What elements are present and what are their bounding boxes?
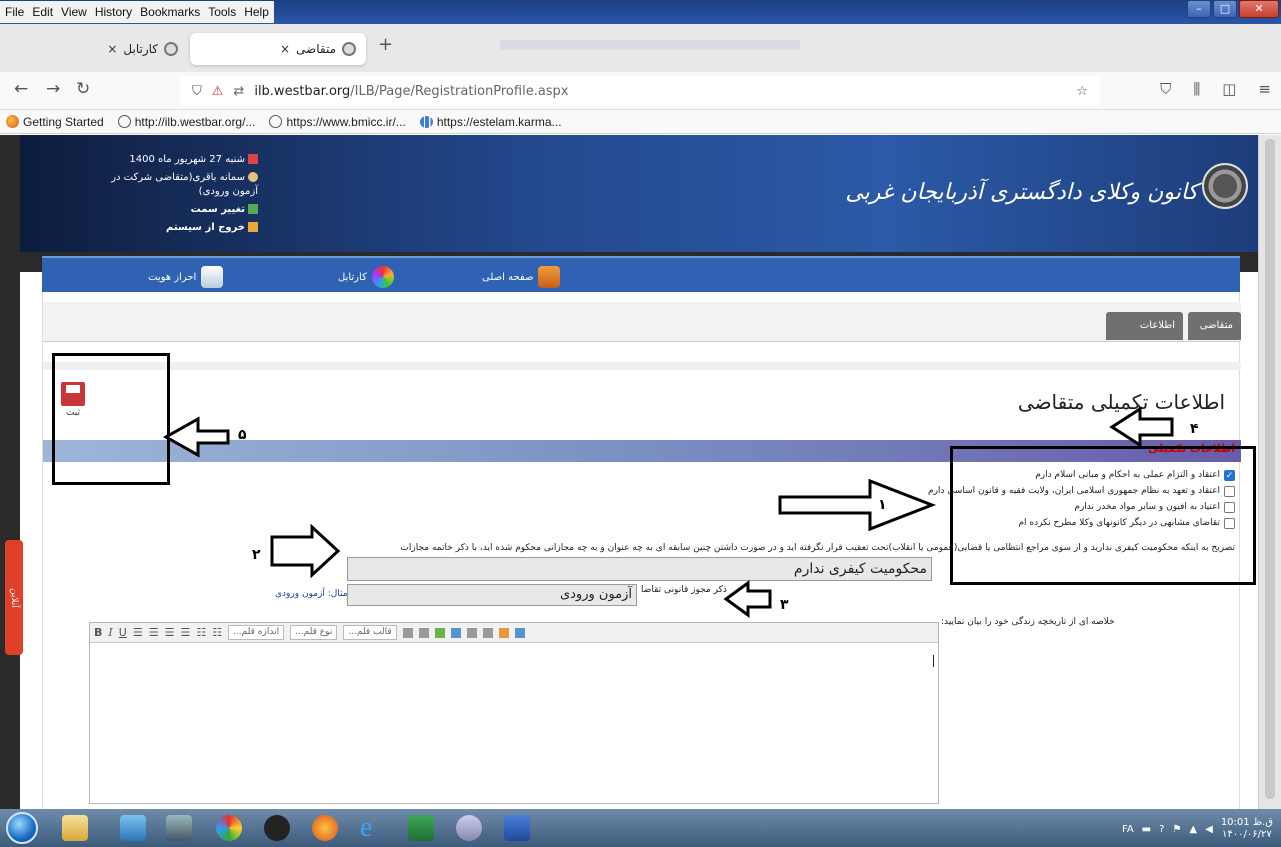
network-icon[interactable]: ▲ [1189,824,1197,835]
sidebar-icon[interactable]: ◫ [1222,80,1236,98]
menu-file[interactable]: File [4,5,25,19]
menu-history[interactable]: History [94,5,133,19]
help-icon[interactable]: ? [1159,824,1164,835]
tab-close-icon[interactable]: × [107,42,117,56]
firefox-taskbar-icon[interactable] [312,815,338,841]
bookmark-getting-started[interactable]: Getting Started [6,115,104,129]
menu-view[interactable]: View [60,5,88,19]
navigation-bar: ← → ↻ ⛉ ⚠ ⇄ ilb.westbar.org/ILB/Page/Reg… [0,72,1281,110]
lock-warning-icon[interactable]: ⚠ [212,84,224,99]
minimize-button[interactable]: – [1187,0,1211,18]
shield-icon[interactable]: ⛉ [192,84,202,99]
internet-explorer-icon[interactable]: e [360,814,386,842]
maximize-button[interactable]: □ [1213,0,1237,18]
bookmarks-bar: Getting Started http://ilb.westbar.org/.… [0,110,1281,134]
menu-bar: File Edit View History Bookmarks Tools H… [0,1,274,23]
menu-bookmarks[interactable]: Bookmarks [139,5,201,19]
arrow-5-icon [162,416,230,458]
paint-icon[interactable] [456,815,482,841]
web-page: شنبه 27 شهریور ماه 1400 سمانه باقری(متقا… [0,135,1281,809]
tab-label: متقاضی [296,42,336,56]
url-host: ilb.westbar.org [254,83,351,99]
excel-icon[interactable] [408,815,434,841]
arrow-4-icon [1109,406,1174,448]
system-tray: FA ▬ ? ⚑ ▲ ◀ 10:01 ق.ظ ۱۴۰۰/۰۶/۲۷ [1122,817,1273,841]
globe-icon [269,115,283,128]
pocket-icon[interactable]: ⛉ [1160,80,1171,98]
annotation-number-3: ۳ [780,597,789,613]
chrome-icon[interactable] [216,815,242,841]
tab-favicon-icon [342,42,356,56]
reload-icon[interactable]: ↻ [76,79,90,99]
close-window-button[interactable]: ✕ [1239,0,1279,18]
window-app-icon[interactable] [166,815,192,841]
arrow-2-icon [270,523,341,579]
tab-applicant[interactable]: متقاضی × [190,33,366,65]
menu-edit[interactable]: Edit [31,5,54,19]
bookmark-star-icon[interactable]: ☆ [1076,84,1088,99]
forward-arrow-icon[interactable]: → [46,79,60,99]
arrow-1-icon [778,478,937,532]
url-path: /ILB/Page/RegistrationProfile.aspx [350,83,569,99]
chart-icon [419,115,433,128]
tab-strip: کارتابل × متقاضی × + [0,24,1281,72]
annotation-number-5: ۵ [238,427,247,443]
clock[interactable]: 10:01 ق.ظ ۱۴۰۰/۰۶/۲۷ [1221,817,1273,841]
hamburger-menu-icon[interactable]: ≡ [1258,80,1271,98]
back-arrow-icon[interactable]: ← [14,79,28,99]
annotation-number-2: ۲ [252,547,261,563]
permissions-icon[interactable]: ⇄ [233,84,244,99]
menu-help[interactable]: Help [243,5,270,19]
file-explorer-icon[interactable] [62,815,88,841]
tab-favicon-icon [164,42,178,56]
arrow-3-icon [723,580,772,618]
flag-icon[interactable]: ⚑ [1172,824,1181,835]
annotation-arrows [162,406,1174,618]
bookmark-estelam[interactable]: https://estelam.karma... [419,115,562,129]
library-icon[interactable]: ⫼ [1193,80,1200,98]
bookmark-bmicc[interactable]: https://www.bmicc.ir/... [269,115,406,129]
bookmark-ilb[interactable]: http://ilb.westbar.org/... [117,115,255,129]
tab-close-icon[interactable]: × [280,42,290,56]
window-controls: – □ ✕ [1187,0,1279,18]
tab-strip-blur [500,40,800,50]
start-button[interactable] [6,812,38,844]
word-icon[interactable] [504,815,530,841]
address-bar[interactable]: ⛉ ⚠ ⇄ ilb.westbar.org/ILB/Page/Registrat… [180,76,1100,106]
media-player-icon[interactable] [120,815,146,841]
volume-icon[interactable]: ◀ [1205,824,1213,835]
keyboard-icon[interactable]: ▬ [1142,824,1151,835]
annotation-number-1: ۱ [878,497,887,513]
tab-label: کارتابل [123,42,158,56]
app-icon[interactable] [264,815,290,841]
new-tab-button[interactable]: + [378,34,393,55]
windows-taskbar: e FA ▬ ? ⚑ ▲ ◀ 10:01 ق.ظ ۱۴۰۰/۰۶/۲۷ [0,809,1281,847]
tab-kartabl[interactable]: کارتابل × [8,33,188,65]
menu-tools[interactable]: Tools [207,5,237,19]
globe-icon [117,115,131,128]
language-indicator[interactable]: FA [1122,824,1134,835]
window-titlebar: File Edit View History Bookmarks Tools H… [0,0,1281,24]
firefox-icon [6,115,19,128]
annotation-number-4: ۴ [1190,421,1199,437]
